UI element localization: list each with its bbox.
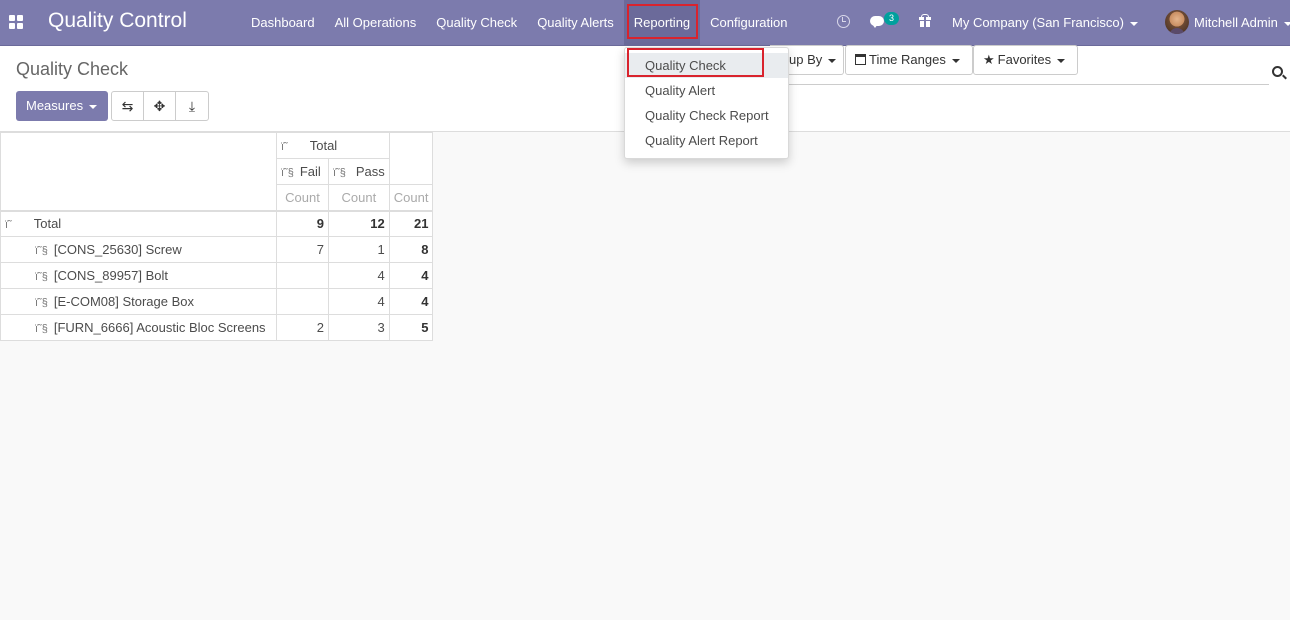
menu-configuration[interactable]: Configuration bbox=[700, 0, 797, 45]
col-header-grand bbox=[388, 132, 434, 185]
company-switcher[interactable]: My Company (San Francisco) bbox=[952, 0, 1138, 45]
time-ranges-label: Time Ranges bbox=[869, 52, 946, 67]
cell-value[interactable]: 8 bbox=[388, 236, 434, 263]
cell-value[interactable]: 5 bbox=[388, 314, 434, 341]
cell-value[interactable]: 12 bbox=[328, 209, 390, 237]
chevron-down-icon bbox=[1283, 21, 1290, 26]
row-label: [E-COM08] Storage Box bbox=[53, 294, 195, 309]
col-header-total-label: Total bbox=[309, 138, 338, 153]
row-label: [CONS_25630] Screw bbox=[53, 242, 182, 257]
table-row: ï˜§ [CONS_25630] Screw 7 1 8 bbox=[0, 236, 434, 263]
menu-quality-alerts[interactable]: Quality Alerts bbox=[527, 0, 624, 45]
user-name: Mitchell Admin bbox=[1194, 15, 1278, 30]
menu-quality-check[interactable]: Quality Check bbox=[426, 0, 527, 45]
messages-badge: 3 bbox=[884, 12, 899, 25]
measure-header[interactable]: Count bbox=[276, 184, 329, 211]
minus-icon: ï˜ bbox=[5, 219, 12, 232]
row-label: [CONS_89957] Bolt bbox=[53, 268, 169, 283]
measures-label: Measures bbox=[26, 98, 84, 113]
download-icon[interactable]: ⤓ bbox=[176, 92, 208, 120]
favorites-label: Favorites bbox=[997, 52, 1052, 67]
search-input[interactable] bbox=[789, 84, 1269, 85]
row-label: [FURN_6666] Acoustic Bloc Screens bbox=[53, 320, 266, 335]
messages-icon[interactable] bbox=[870, 16, 884, 28]
cell-value[interactable]: 4 bbox=[328, 262, 390, 289]
col-header-total[interactable]: ï˜ Total bbox=[276, 132, 390, 159]
row-header[interactable]: ï˜§ [FURN_6666] Acoustic Bloc Screens bbox=[0, 314, 277, 341]
cell-value[interactable]: 3 bbox=[328, 314, 390, 341]
reporting-highlight-box bbox=[627, 4, 698, 39]
cell-value[interactable] bbox=[276, 288, 329, 315]
chevron-down-icon bbox=[951, 58, 960, 63]
row-header[interactable]: ï˜§ [E-COM08] Storage Box bbox=[0, 288, 277, 315]
expand-all-icon[interactable]: ✥ bbox=[144, 92, 176, 120]
cell-value[interactable]: 7 bbox=[276, 236, 329, 263]
chevron-down-icon bbox=[828, 58, 837, 63]
measure-header[interactable]: Count bbox=[328, 184, 390, 211]
chevron-down-icon bbox=[89, 104, 98, 109]
avatar[interactable] bbox=[1165, 10, 1189, 34]
chevron-down-icon bbox=[1129, 21, 1138, 26]
cell-value[interactable] bbox=[276, 262, 329, 289]
plus-icon: ï˜§ bbox=[35, 323, 48, 335]
company-name: My Company (San Francisco) bbox=[952, 15, 1124, 30]
table-row: ï˜§ [E-COM08] Storage Box 4 4 bbox=[0, 288, 434, 315]
dropdown-item-quality-check-report[interactable]: Quality Check Report bbox=[625, 103, 788, 128]
activity-clock-icon[interactable] bbox=[837, 15, 850, 28]
table-row: ï˜ Total 9 12 21 bbox=[0, 209, 434, 237]
apps-menu-icon[interactable] bbox=[9, 15, 23, 29]
col-header-fail-label: Fail bbox=[299, 164, 321, 179]
plus-icon: ï˜§ bbox=[35, 297, 48, 309]
main-menu: Dashboard All Operations Quality Check Q… bbox=[241, 0, 797, 45]
calendar-icon bbox=[855, 54, 866, 65]
cell-value[interactable]: 4 bbox=[388, 288, 434, 315]
user-menu[interactable]: Mitchell Admin bbox=[1194, 0, 1290, 45]
table-row: ï˜§ [CONS_89957] Bolt 4 4 bbox=[0, 262, 434, 289]
cell-value[interactable]: 9 bbox=[276, 209, 329, 237]
measure-header[interactable]: Count bbox=[388, 184, 434, 211]
row-header-total[interactable]: ï˜ Total bbox=[0, 209, 277, 237]
cell-value[interactable]: 21 bbox=[388, 209, 434, 237]
pivot-actions: ⇆ ✥ ⤓ bbox=[111, 91, 209, 121]
plus-icon: ï˜§ bbox=[281, 167, 294, 179]
row-header[interactable]: ï˜§ [CONS_25630] Screw bbox=[0, 236, 277, 263]
cell-value[interactable]: 2 bbox=[276, 314, 329, 341]
row-header[interactable]: ï˜§ [CONS_89957] Bolt bbox=[0, 262, 277, 289]
gift-icon[interactable] bbox=[919, 14, 931, 27]
col-header-fail[interactable]: ï˜§ Fail bbox=[276, 158, 329, 185]
dropdown-item-quality-alert[interactable]: Quality Alert bbox=[625, 78, 788, 103]
menu-all-operations[interactable]: All Operations bbox=[325, 0, 427, 45]
plus-icon: ï˜§ bbox=[35, 271, 48, 283]
flip-axis-icon[interactable]: ⇆ bbox=[112, 92, 144, 120]
favorites-button[interactable]: ★ Favorites bbox=[973, 45, 1078, 75]
time-ranges-button[interactable]: Time Ranges bbox=[845, 45, 973, 75]
dropdown-item-quality-alert-report[interactable]: Quality Alert Report bbox=[625, 128, 788, 153]
chevron-down-icon bbox=[1057, 58, 1066, 63]
cell-value[interactable]: 4 bbox=[328, 288, 390, 315]
table-row: ï˜§ [FURN_6666] Acoustic Bloc Screens 2 3… bbox=[0, 314, 434, 341]
breadcrumb: Quality Check bbox=[16, 59, 129, 79]
quality-check-highlight-box bbox=[627, 48, 764, 77]
search-icon[interactable] bbox=[1272, 66, 1283, 77]
menu-dashboard[interactable]: Dashboard bbox=[241, 0, 325, 45]
plus-icon: ï˜§ bbox=[333, 167, 346, 179]
col-header-pass-label: Pass bbox=[355, 164, 385, 179]
plus-icon: ï˜§ bbox=[35, 245, 48, 257]
cell-value[interactable]: 4 bbox=[388, 262, 434, 289]
row-label: Total bbox=[33, 216, 62, 232]
col-header-pass[interactable]: ï˜§ Pass bbox=[328, 158, 390, 185]
pivot-corner bbox=[0, 132, 277, 211]
minus-icon: ï˜ bbox=[281, 141, 288, 153]
star-icon: ★ bbox=[983, 52, 995, 67]
pivot-table: ï˜ Total ï˜§ Fail ï˜§ Pass Count Count Coun… bbox=[0, 132, 434, 341]
app-brand[interactable]: Quality Control bbox=[48, 9, 187, 33]
group-by-label: up By bbox=[789, 52, 823, 67]
cell-value[interactable]: 1 bbox=[328, 236, 390, 263]
measures-button[interactable]: Measures bbox=[16, 91, 108, 121]
